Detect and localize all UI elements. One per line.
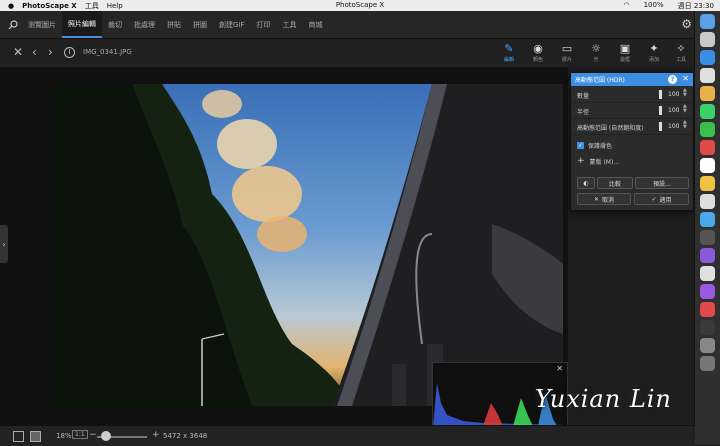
tab-bar: 瀏覽圖片 照片編輯 裁切 批處理 拼貼 拼圖 創建GIF 打印 工具 商城 ⚙ xyxy=(0,11,720,39)
macos-dock xyxy=(694,11,720,445)
protect-skin-checkbox[interactable]: ✓ 保護膚色 xyxy=(577,141,612,150)
checkmark-icon: ✓ xyxy=(651,195,657,203)
clock[interactable]: 週日 23:30 xyxy=(678,1,714,11)
app-icon[interactable] xyxy=(700,284,715,299)
folder-icon[interactable] xyxy=(700,338,715,353)
app-store-icon[interactable] xyxy=(700,212,715,227)
terminal-icon[interactable] xyxy=(700,320,715,335)
checkmark-icon: ✓ xyxy=(577,142,584,149)
tab-browse[interactable]: 瀏覽圖片 xyxy=(22,11,62,38)
preview-icon[interactable] xyxy=(700,194,715,209)
gear-icon[interactable]: ⚙ xyxy=(681,17,692,31)
tool-light[interactable]: ☼ 光 xyxy=(585,42,607,63)
stepper-icon[interactable]: ▲ ▼ xyxy=(683,104,687,114)
notes-icon[interactable] xyxy=(700,86,715,101)
tab-create-gif[interactable]: 創建GIF xyxy=(213,11,251,38)
settings-icon[interactable] xyxy=(700,230,715,245)
edit-icon: ✎ xyxy=(504,42,514,55)
battery-label[interactable]: 100% xyxy=(644,1,664,11)
line-icon[interactable] xyxy=(700,122,715,137)
help-icon[interactable]: ? xyxy=(668,75,677,84)
mail-icon[interactable] xyxy=(700,68,715,83)
app-icon[interactable] xyxy=(700,302,715,317)
expand-left-panel-icon[interactable]: › xyxy=(0,225,8,263)
file-name: IMG_0341.JPG xyxy=(83,48,132,56)
plus-icon: + xyxy=(577,156,585,166)
split-view-icon[interactable]: ◐ xyxy=(577,177,595,189)
circle-icon: ◉ xyxy=(533,42,543,55)
tab-combine[interactable]: 拼圖 xyxy=(187,11,213,38)
magic-icon: ✧ xyxy=(676,42,686,55)
stepper-icon[interactable]: ▲ ▼ xyxy=(683,120,687,130)
zoom-out-icon[interactable]: − xyxy=(89,430,97,440)
slider-amount[interactable]: 數量 100 ▲ ▼ xyxy=(571,87,693,103)
hdr-dialog: 高動態范圍 (HDR) ? ✕ 數量 100 ▲ ▼ 半徑 100 ▲ ▼ 高動態范… xyxy=(570,72,694,211)
status-bar: 18% 1:1 − + 5472 x 3648 xyxy=(0,425,695,446)
messages-icon[interactable] xyxy=(700,104,715,119)
single-view-icon[interactable] xyxy=(13,431,24,442)
photo-preview[interactable] xyxy=(52,84,563,406)
apple-menu-icon[interactable]: ● xyxy=(8,2,14,10)
tab-collage[interactable]: 拼貼 xyxy=(161,11,187,38)
slider-radius[interactable]: 半徑 100 ▲ ▼ xyxy=(571,103,693,119)
star-icon: ✦ xyxy=(649,42,659,55)
compare-button[interactable]: 比較 xyxy=(597,177,633,189)
slider-handle[interactable] xyxy=(659,90,662,99)
tab-tools[interactable]: 工具 xyxy=(277,11,303,38)
app-icon[interactable] xyxy=(700,248,715,263)
chevron-right-icon[interactable]: › xyxy=(48,45,53,59)
tool-frame[interactable]: ▣ 邊框 xyxy=(614,42,636,63)
chevron-left-icon[interactable]: ‹ xyxy=(32,45,37,59)
image-dimensions: 5472 x 3648 xyxy=(163,432,208,440)
trash-icon[interactable] xyxy=(700,356,715,371)
menu-help[interactable]: Help xyxy=(107,2,123,10)
search-icon[interactable] xyxy=(4,16,22,34)
finder-icon[interactable] xyxy=(700,14,715,29)
tab-batch[interactable]: 批處理 xyxy=(128,11,161,38)
slider-handle[interactable] xyxy=(659,122,662,131)
zoom-in-icon[interactable]: + xyxy=(152,430,160,440)
close-icon[interactable]: ✕ xyxy=(682,74,689,83)
menu-bar: ● PhotoScape X 工具 Help PhotoScape X ◠ 10… xyxy=(0,0,720,11)
actual-size-button[interactable]: 1:1 xyxy=(72,430,88,439)
zoom-slider-handle[interactable] xyxy=(101,431,111,441)
close-icon[interactable]: ✕ xyxy=(13,45,23,59)
cancel-button[interactable]: ✕ 取消 xyxy=(577,193,631,205)
app-icon[interactable] xyxy=(700,176,715,191)
stepper-icon[interactable]: ▲ ▼ xyxy=(683,88,687,98)
tab-print[interactable]: 打印 xyxy=(251,11,277,38)
film-icon: ▭ xyxy=(561,42,573,55)
menu-tools[interactable]: 工具 xyxy=(85,1,99,11)
frame-icon: ▣ xyxy=(619,42,631,55)
editor-toolbar: ✕ ‹ › i IMG_0341.JPG ✎ 編輯 ◉ 顏色 ▭ 膠片 ☼ 光 ▣ 邊框 … xyxy=(0,39,695,67)
app-menu[interactable]: PhotoScape X xyxy=(22,2,77,10)
info-icon[interactable]: i xyxy=(64,47,75,58)
app-icon[interactable] xyxy=(700,140,715,155)
slider-handle[interactable] xyxy=(659,106,662,115)
tool-film[interactable]: ▭ 膠片 xyxy=(556,42,578,63)
tool-tools[interactable]: ✧ 工具 xyxy=(670,42,692,63)
tool-color[interactable]: ◉ 顏色 xyxy=(527,42,549,63)
wifi-icon[interactable]: ◠ xyxy=(623,1,629,11)
tab-crop[interactable]: 裁切 xyxy=(102,11,128,38)
close-icon: ✕ xyxy=(593,195,599,203)
tool-add[interactable]: ✦ 添加 xyxy=(643,42,665,63)
launchpad-icon[interactable] xyxy=(700,32,715,47)
sun-icon: ☼ xyxy=(591,42,601,55)
tool-edit[interactable]: ✎ 編輯 xyxy=(498,42,520,63)
preset-button[interactable]: 預設... xyxy=(635,177,689,189)
dialog-title: 高動態范圍 (HDR) xyxy=(575,77,625,84)
calendar-icon[interactable] xyxy=(700,158,715,173)
chrome-icon[interactable] xyxy=(700,266,715,281)
compare-view-icon[interactable] xyxy=(30,431,41,442)
tab-photo-editor[interactable]: 照片編輯 xyxy=(62,11,102,38)
safari-icon[interactable] xyxy=(700,50,715,65)
apply-button[interactable]: ✓ 適用 xyxy=(634,193,689,205)
slider-hdr-vibrance[interactable]: 高動態范圍 (自然飽和度) 100 ▲ ▼ xyxy=(571,119,693,135)
tab-store[interactable]: 商城 xyxy=(303,11,329,38)
mask-button[interactable]: + 蒙版 (M)... xyxy=(577,156,619,166)
signature-watermark: Yuxian Lin xyxy=(535,385,672,413)
zoom-level: 18% xyxy=(56,432,72,440)
